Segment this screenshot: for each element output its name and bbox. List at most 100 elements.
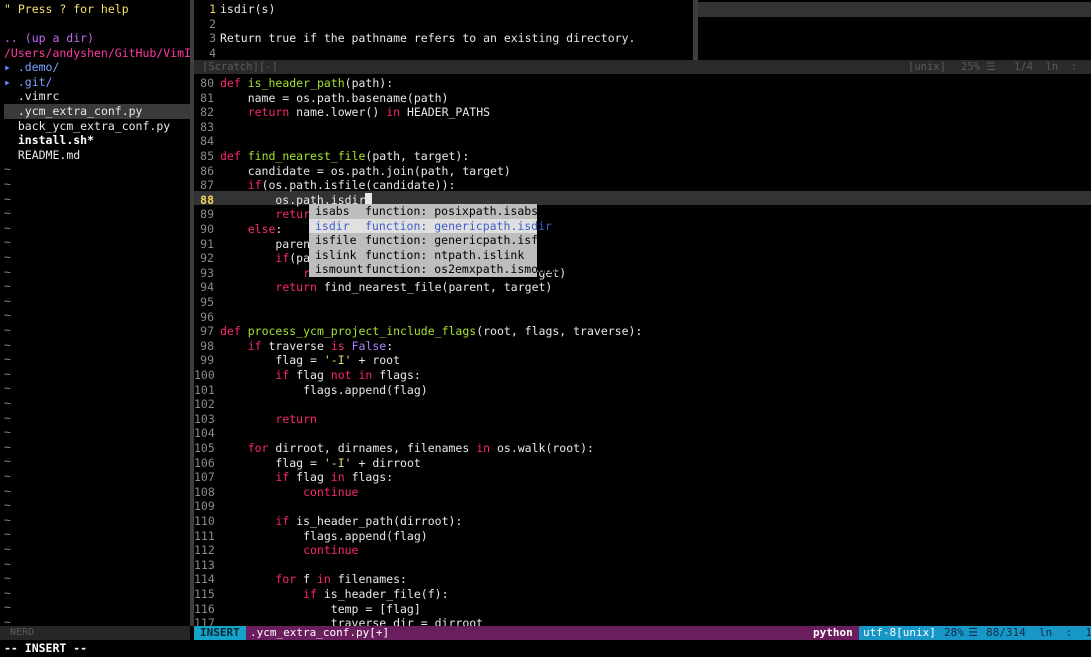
code-line[interactable]: 82 return name.lower() in HEADER_PATHS <box>194 105 1091 120</box>
line-number: 97 <box>200 324 214 339</box>
code-line[interactable]: 115 if is_header_file(f): <box>194 587 1091 602</box>
code-line[interactable]: 102 <box>194 397 1091 412</box>
code-line[interactable]: 117 traverse_dir = dirroot <box>194 616 1091 626</box>
line-number: 83 <box>200 119 214 134</box>
code-line[interactable]: 83 <box>194 120 1091 135</box>
empty-line-marker: ~ <box>4 293 11 308</box>
code-line[interactable]: 112 continue <box>194 543 1091 558</box>
code-text: def is_header_path(path): <box>220 76 394 90</box>
code-line[interactable]: 98 if traverse is False: <box>194 339 1091 354</box>
empty-line-marker: ~ <box>4 556 11 571</box>
code-line[interactable]: 97 def process_ycm_project_include_flags(… <box>194 324 1091 339</box>
empty-line-marker: ~ <box>4 206 11 221</box>
empty-line-marker: ~ <box>4 512 11 527</box>
code-line[interactable]: 80 def is_header_path(path): <box>194 76 1091 91</box>
code-text: if(os.path.isfile(candidate)): <box>247 178 456 193</box>
code-line[interactable]: 116 temp = [flag] <box>194 602 1091 617</box>
code-line[interactable]: 110 if is_header_path(dirroot): <box>194 514 1091 529</box>
completion-item[interactable]: isabs function: posixpath.isabs <box>309 204 538 219</box>
line-number: 82 <box>200 105 214 120</box>
code-line[interactable]: 81 name = os.path.basename(path) <box>194 91 1091 106</box>
line-number: 117 <box>194 616 215 626</box>
code-line[interactable]: 94 return find_nearest_file(parent, targ… <box>194 280 1091 295</box>
line-number: 116 <box>194 601 215 616</box>
empty-line-marker: ~ <box>4 235 11 250</box>
code-line[interactable]: 113 <box>194 558 1091 573</box>
line-number: 114 <box>194 572 215 587</box>
line-number: 84 <box>200 134 214 149</box>
scroll-percent: 25% ☰ <box>961 61 996 73</box>
code-line[interactable]: 111 flags.append(flag) <box>194 529 1091 544</box>
line-number: 106 <box>194 455 215 470</box>
code-text: for f in filenames: <box>275 572 407 587</box>
code-text: flags.append(flag) <box>220 528 428 543</box>
completion-item-selected[interactable]: isdir function: genericpath.isdir <box>309 218 552 234</box>
expand-arrow-icon: ▸ <box>4 60 18 75</box>
line-number: 95 <box>200 295 214 309</box>
code-line[interactable]: 86 candidate = os.path.join(path, target… <box>194 164 1091 179</box>
line-number: 101 <box>194 382 215 397</box>
code-text: if traverse is False: <box>247 338 394 353</box>
code-text: if flag not in flags: <box>275 368 421 382</box>
code-text: return <box>275 207 317 222</box>
code-line[interactable]: 95 <box>194 295 1091 310</box>
code-line[interactable]: 103 return <box>194 412 1091 427</box>
code-line[interactable]: 84 <box>194 134 1091 149</box>
code-line[interactable]: 96 <box>194 310 1091 325</box>
nerdtree-cwd[interactable]: /Users/andyshen/GitHub/VimIDE/ <box>4 46 190 61</box>
cursor-position: 1/4 ln : 1 <box>1014 61 1091 73</box>
nerdtree-entry[interactable]: back_ycm_extra_conf.py <box>4 119 190 134</box>
nerdtree-up-dir[interactable]: .. (up a dir) <box>4 31 190 46</box>
code-text: flags.append(flag) <box>220 382 428 397</box>
empty-line-marker: ~ <box>4 615 11 626</box>
code-editor[interactable]: 80 def is_header_path(path): 81 name = os.… <box>194 74 1091 626</box>
line-number: 98 <box>200 338 214 353</box>
code-line[interactable]: 109 <box>194 499 1091 514</box>
code-text: candidate = os.path.join(path, target) <box>220 163 511 178</box>
nerdtree-entry[interactable]: .vimrc <box>4 89 190 104</box>
completion-item[interactable]: islink function: ntpath.islink <box>309 248 537 263</box>
empty-line-marker: ~ <box>4 337 11 352</box>
code-text: if is_header_path(dirroot): <box>275 514 463 528</box>
code-line[interactable]: 106 flag = '-I' + dirroot <box>194 456 1091 471</box>
empty-line-marker: ~ <box>4 571 11 586</box>
code-line[interactable]: 101 flags.append(flag) <box>194 383 1091 398</box>
code-line[interactable]: 85 def find_nearest_file(path, target): <box>194 149 1091 164</box>
code-line[interactable]: 87 if(os.path.isfile(candidate)): <box>194 178 1091 193</box>
empty-window-cursorline <box>698 2 1091 17</box>
preview-window[interactable]: 1 isdir(s) 2 3 Return true if the pathname… <box>194 0 693 60</box>
code-text: def find_nearest_file(path, target): <box>220 149 470 163</box>
line-number: 91 <box>200 236 214 251</box>
line-number: 102 <box>194 397 215 412</box>
code-text: if flag in flags: <box>275 470 394 485</box>
code-text: return <box>275 411 317 426</box>
empty-line-marker: ~ <box>4 585 11 600</box>
line-number: 81 <box>200 90 214 105</box>
editor-status-line: INSERT .ycm_extra_conf.py[+] python utf-… <box>194 626 1091 640</box>
line-number: 93 <box>200 265 214 280</box>
nerdtree-entry[interactable]: install.sh* <box>4 133 190 148</box>
completion-item[interactable]: ismount function: os2emxpath.ismount <box>309 262 559 277</box>
completion-popup[interactable]: isabs function: posixpath.isabs isdir func… <box>309 204 559 277</box>
code-text: def process_ycm_project_include_flags(ro… <box>220 324 643 339</box>
line-number: 109 <box>194 499 215 514</box>
command-line[interactable]: -- INSERT -- <box>4 641 87 655</box>
code-line[interactable]: 104 <box>194 426 1091 441</box>
code-line[interactable]: 100 if flag not in flags: <box>194 368 1091 383</box>
nerdtree-entry[interactable]: README.md <box>4 148 190 163</box>
line-number: 89 <box>200 207 214 222</box>
nerdtree-entry[interactable]: ▸ .git/ <box>4 75 190 90</box>
file-name: .ycm_extra_conf.py[+] <box>250 626 390 639</box>
code-text: continue <box>303 484 359 499</box>
nerdtree-entry-selected[interactable]: .ycm_extra_conf.py <box>4 104 190 119</box>
code-line[interactable]: 99 flag = '-I' + root <box>194 353 1091 368</box>
empty-line-marker: ~ <box>4 279 11 294</box>
buffer-name: [Scratch][-] <box>202 61 278 73</box>
code-line[interactable]: 114 for f in filenames: <box>194 572 1091 587</box>
nerdtree-entry[interactable]: ▸ .demo/ <box>4 60 190 75</box>
code-line[interactable]: 108 continue <box>194 485 1091 500</box>
code-line[interactable]: 107 if flag in flags: <box>194 470 1091 485</box>
completion-item[interactable]: isfile function: genericpath.isfile <box>309 233 559 248</box>
code-line[interactable]: 105 for dirroot, dirnames, filenames in … <box>194 441 1091 456</box>
nerdtree-help: " Press ? for help <box>4 2 129 16</box>
